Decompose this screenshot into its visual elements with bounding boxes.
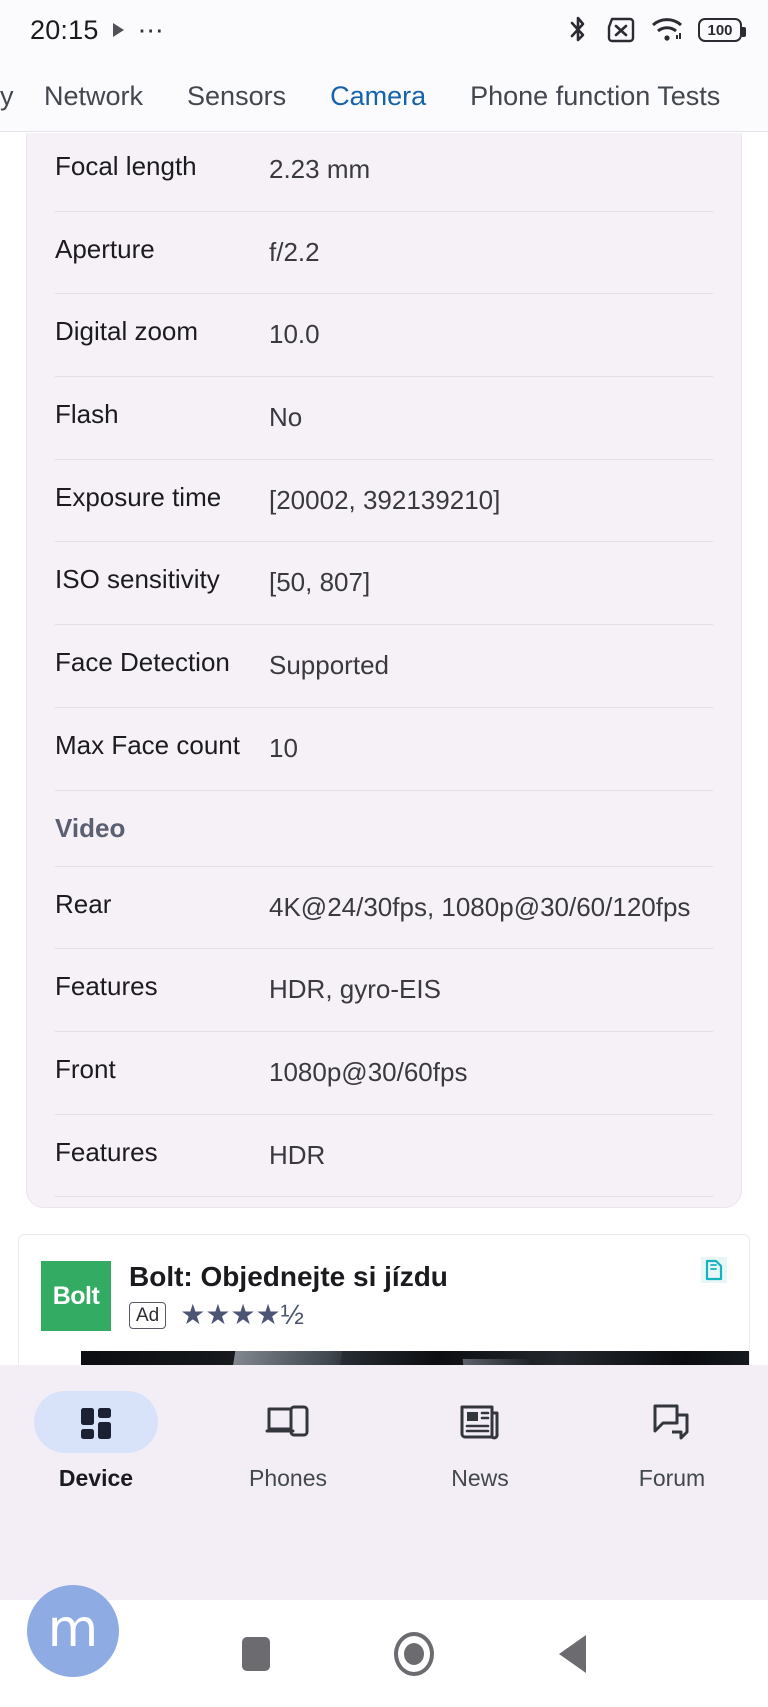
nav-label-phones: Phones bbox=[248, 1465, 327, 1491]
floating-action-button[interactable]: m bbox=[27, 1585, 119, 1677]
spec-value: 4K@24/30fps, 1080p@30/60/120fps bbox=[269, 891, 691, 922]
spec-value: 10 bbox=[269, 732, 298, 763]
ad-title[interactable]: Bolt: Objednejte si jízdu bbox=[129, 1261, 727, 1293]
status-bar-left: 20:15 ⋯ bbox=[30, 15, 165, 46]
nav-label-device: Device bbox=[58, 1465, 134, 1491]
bluetooth-icon bbox=[567, 15, 589, 45]
spec-key: Focal length bbox=[55, 151, 197, 181]
ad-header: Bolt Bolt: Objednejte si jízdu Ad ★★★★½ bbox=[41, 1261, 727, 1332]
spec-value: [50, 807] bbox=[269, 567, 371, 598]
ad-meta: Ad ★★★★½ bbox=[129, 1299, 727, 1331]
table-row: ISO sensitivity [50, 807] bbox=[55, 542, 713, 626]
grid-icon bbox=[34, 1391, 158, 1453]
home-circle-icon[interactable] bbox=[394, 1631, 435, 1676]
nav-item-news[interactable]: News bbox=[384, 1391, 576, 1492]
spec-value: f/2.2 bbox=[269, 236, 320, 267]
chat-icon bbox=[610, 1391, 734, 1453]
spec-value: 2.23 mm bbox=[269, 154, 371, 184]
spec-value: [20002, 392139210] bbox=[269, 484, 501, 515]
ad-rating-stars: ★★★★½ bbox=[180, 1299, 305, 1331]
ad-banner-image[interactable] bbox=[81, 1351, 749, 1365]
spec-key: Max Face count bbox=[55, 729, 240, 760]
advertiser-logo: Bolt bbox=[41, 1261, 111, 1332]
table-row: Exposure time [20002, 392139210] bbox=[55, 460, 713, 543]
tab-sensors[interactable]: Sensors bbox=[165, 60, 308, 131]
spec-key: Flash bbox=[55, 399, 119, 430]
table-row: Max Face count 10 bbox=[55, 708, 713, 791]
spec-value: HDR, gyro-EIS bbox=[269, 974, 441, 1005]
tab-partial-left[interactable]: y bbox=[0, 60, 22, 131]
tab-camera[interactable]: Camera bbox=[308, 60, 448, 131]
ad-badge: Ad bbox=[129, 1301, 167, 1330]
status-bar: 20:15 ⋯ 100 bbox=[0, 0, 768, 60]
nav-item-phones[interactable]: Phones bbox=[192, 1391, 384, 1492]
bottom-navigation-bar[interactable]: Device Phones News Forum bbox=[0, 1365, 768, 1600]
back-triangle-icon[interactable] bbox=[558, 1634, 586, 1673]
nav-label-news: News bbox=[451, 1465, 509, 1491]
battery-icon: 100 bbox=[698, 18, 746, 42]
adchoices-icon[interactable] bbox=[701, 1257, 727, 1284]
spec-key: Face Detection bbox=[55, 647, 230, 678]
table-row: Focal length 2.23 mm bbox=[55, 133, 713, 212]
status-bar-clock: 20:15 bbox=[30, 14, 99, 45]
table-row: Face Detection Supported bbox=[55, 625, 713, 708]
section-header-video: Video bbox=[55, 791, 713, 867]
more-dots-icon: ⋯ bbox=[137, 15, 165, 45]
spec-value: Supported bbox=[269, 650, 389, 681]
sim-off-icon bbox=[604, 16, 636, 44]
spec-value: No bbox=[269, 402, 303, 433]
spec-key: Digital zoom bbox=[55, 316, 199, 347]
spec-value: HDR bbox=[269, 1139, 326, 1170]
status-bar-right: 100 bbox=[567, 15, 746, 45]
spec-key: Front bbox=[55, 1053, 116, 1084]
spec-key: Features bbox=[55, 971, 158, 1002]
spec-value: 10.0 bbox=[269, 319, 320, 350]
ad-text-block: Bolt: Objednejte si jízdu Ad ★★★★½ bbox=[129, 1261, 727, 1331]
tab-network[interactable]: Network bbox=[22, 60, 165, 131]
spec-key: Aperture bbox=[55, 233, 155, 264]
table-row: Digital zoom 10.0 bbox=[55, 294, 713, 378]
table-row: Features HDR bbox=[55, 1115, 713, 1198]
tab-bar[interactable]: y Network Sensors Camera Phone function … bbox=[0, 60, 768, 132]
nav-item-device[interactable]: Device bbox=[0, 1391, 192, 1492]
table-row: Rear 4K@24/30fps, 1080p@30/60/120fps bbox=[55, 867, 713, 950]
spec-value: 1080p@30/60fps bbox=[269, 1056, 468, 1087]
advertisement-card[interactable]: Bolt Bolt: Objednejte si jízdu Ad ★★★★½ bbox=[18, 1234, 750, 1365]
play-icon bbox=[112, 23, 124, 37]
recents-square-icon[interactable] bbox=[242, 1636, 271, 1671]
table-row: Aperture f/2.2 bbox=[55, 212, 713, 295]
battery-level: 100 bbox=[707, 21, 733, 39]
nav-item-forum[interactable]: Forum bbox=[576, 1391, 768, 1492]
table-row: Features HDR, gyro-EIS bbox=[55, 949, 713, 1032]
scroll-content[interactable]: Sensor size 1/2.76", 1.22 µm Focal lengt… bbox=[0, 133, 768, 1365]
table-row: Flash No bbox=[55, 377, 713, 460]
table-row: Front 1080p@30/60fps bbox=[55, 1032, 713, 1115]
nav-label-forum: Forum bbox=[638, 1465, 706, 1491]
spec-key: Exposure time bbox=[55, 481, 222, 512]
spec-key: Rear bbox=[55, 888, 112, 919]
devices-icon bbox=[226, 1391, 350, 1453]
camera-spec-card: Sensor size 1/2.76", 1.22 µm Focal lengt… bbox=[26, 133, 742, 1209]
tab-phone-function-tests[interactable]: Phone function Tests bbox=[448, 60, 742, 131]
section-title: Video bbox=[55, 812, 126, 843]
mascot-icon: m bbox=[47, 1599, 99, 1659]
newspaper-icon bbox=[418, 1391, 542, 1453]
spec-key: Features bbox=[55, 1136, 158, 1167]
wifi-icon bbox=[651, 17, 683, 43]
spec-key: ISO sensitivity bbox=[55, 564, 220, 595]
